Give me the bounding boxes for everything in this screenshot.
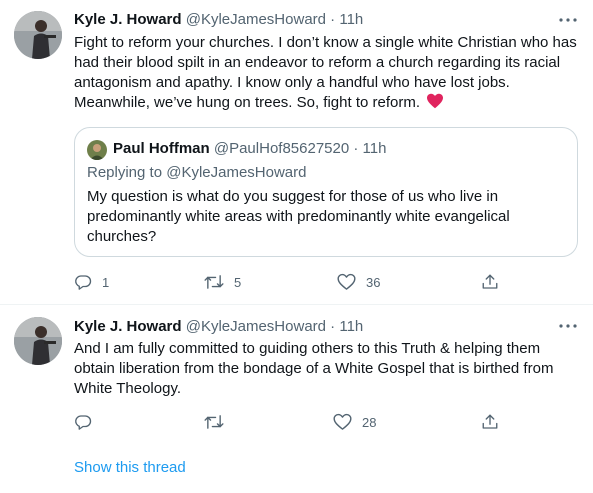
author-handle[interactable]: @KyleJamesHoward (186, 11, 326, 28)
reply-button[interactable]: 1 (74, 272, 109, 292)
separator: · (330, 11, 336, 28)
quoted-timestamp[interactable]: 11h (363, 140, 387, 157)
share-button[interactable] (481, 412, 499, 432)
like-count: 28 (362, 414, 377, 430)
timestamp[interactable]: 11h (339, 318, 363, 335)
more-icon[interactable] (557, 317, 579, 335)
share-icon (481, 413, 499, 431)
author-name[interactable]: Kyle J. Howard (74, 318, 182, 335)
reply-icon (74, 413, 92, 431)
quoted-tweet[interactable]: Paul Hoffman @PaulHof85627520 · 11h Repl… (74, 127, 578, 257)
heart-icon (337, 273, 356, 291)
action-bar: 1 5 36 (74, 272, 504, 292)
share-button[interactable] (481, 272, 499, 292)
retweet-icon (204, 413, 224, 431)
like-button[interactable]: 36 (337, 272, 380, 292)
reply-button[interactable] (74, 412, 92, 432)
tweet-header: Kyle J. Howard @KyleJamesHoward · 11h (74, 10, 363, 30)
like-count: 36 (366, 274, 381, 290)
tweet-text: Fight to reform your churches. I don’t k… (74, 33, 579, 115)
quoted-author-name[interactable]: Paul Hoffman (113, 140, 210, 157)
action-bar: 28 (74, 412, 504, 432)
reply-count: 1 (102, 274, 110, 290)
quoted-text: My question is what do you suggest for t… (87, 188, 510, 245)
separator: · (353, 140, 359, 157)
quoted-header: Paul Hoffman @PaulHof85627520 · 11h (113, 139, 386, 159)
more-icon[interactable] (557, 11, 579, 29)
red-heart-icon (426, 93, 444, 115)
like-button[interactable]: 28 (333, 412, 376, 432)
tweet[interactable]: Kyle J. Howard @KyleJamesHoward · 11h Fi… (0, 0, 593, 305)
tweet-body: Fight to reform your churches. I don’t k… (74, 34, 577, 111)
tweet[interactable]: Kyle J. Howard @KyleJamesHoward · 11h An… (0, 305, 593, 493)
heart-icon (333, 413, 352, 431)
separator: · (330, 318, 336, 335)
avatar[interactable] (14, 11, 62, 59)
reply-icon (74, 273, 92, 291)
timestamp[interactable]: 11h (339, 11, 363, 28)
show-thread-link[interactable]: Show this thread (74, 458, 186, 478)
retweet-button[interactable] (204, 412, 224, 432)
replying-to: Replying to @KyleJamesHoward (87, 164, 307, 181)
tweet-text: And I am fully committed to guiding othe… (74, 340, 554, 397)
retweet-button[interactable]: 5 (204, 272, 241, 292)
quoted-author-handle[interactable]: @PaulHof85627520 (214, 140, 349, 157)
retweet-count: 5 (234, 274, 242, 290)
tweet-header: Kyle J. Howard @KyleJamesHoward · 11h (74, 317, 363, 337)
quoted-avatar[interactable] (87, 140, 107, 160)
avatar[interactable] (14, 317, 62, 365)
author-name[interactable]: Kyle J. Howard (74, 11, 182, 28)
author-handle[interactable]: @KyleJamesHoward (186, 318, 326, 335)
retweet-icon (204, 273, 224, 291)
share-icon (481, 273, 499, 291)
